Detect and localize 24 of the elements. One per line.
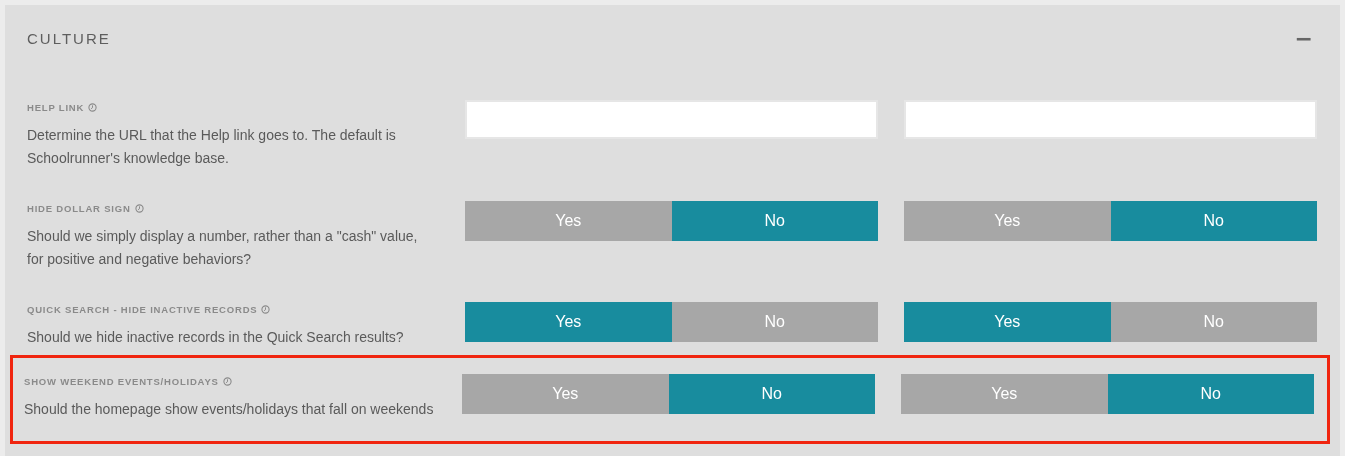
toggle-option[interactable]: Yes <box>904 302 1111 342</box>
toggle-option[interactable]: No <box>671 302 878 342</box>
toggle-option[interactable]: No <box>1110 302 1317 342</box>
setting-description: Should the homepage show events/holidays that fall on weekends <box>24 400 434 419</box>
collapse-button[interactable]: − <box>1294 27 1313 50</box>
toggle-option[interactable]: No <box>668 374 875 414</box>
setting-label: HIDE DOLLAR SIGN <box>27 202 131 214</box>
input-field[interactable] <box>904 100 1317 139</box>
setting-label: SHOW WEEKEND EVENTS/HOLIDAYS <box>24 375 219 387</box>
section-title: CULTURE <box>27 30 111 47</box>
setting-description: Determine the URL that the Help link goes to. The default is Schoolrunner's knowledge base. <box>27 126 397 168</box>
setting-description: Should we hide inactive records in the Quick Search results? <box>27 328 405 347</box>
toggle-option[interactable]: No <box>671 201 878 241</box>
toggle-option[interactable]: Yes <box>901 374 1108 414</box>
toggle-option[interactable]: Yes <box>465 302 672 342</box>
toggle-option[interactable]: No <box>1110 201 1317 241</box>
setting-description: Should we simply display a number, rather than a "cash" value, for positive and negative behaviors? <box>27 227 419 269</box>
setting-label: QUICK SEARCH - HIDE INACTIVE RECORDS <box>27 303 258 315</box>
setting-label: HELP LINK <box>27 101 85 113</box>
toggle-option[interactable]: Yes <box>904 201 1111 241</box>
toggle-option[interactable]: Yes <box>462 374 669 414</box>
toggle-option[interactable]: Yes <box>465 201 672 241</box>
input-field[interactable] <box>465 100 878 139</box>
toggle-option[interactable]: No <box>1107 374 1314 414</box>
